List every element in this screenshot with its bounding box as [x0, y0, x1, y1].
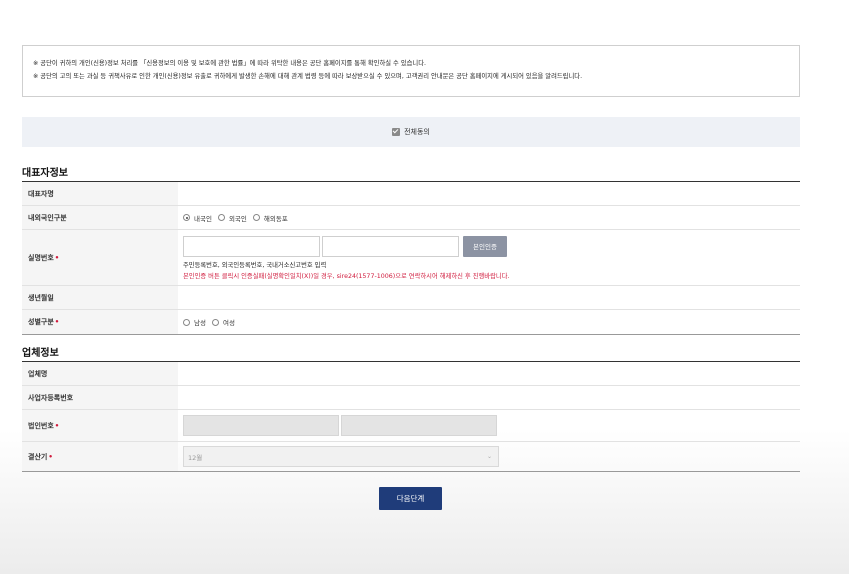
nationality-radio-group: 내국인 외국인 해외동포	[178, 206, 800, 229]
corpno-input-back[interactable]	[341, 415, 497, 436]
radio-foreigner[interactable]	[217, 214, 225, 221]
rep-name-value	[178, 182, 800, 205]
fiscal-month-value: 12월	[188, 453, 203, 462]
radio-domestic-label[interactable]: 내국인	[194, 213, 212, 223]
realname-cell: 본인인증 주민등록번호, 외국인등록번호, 국내거소신고번호 입력 본인인증 버…	[178, 230, 800, 285]
fiscal-cell: 12월 ⌄	[178, 442, 800, 471]
company-label: 업체명	[22, 362, 178, 385]
radio-female-label[interactable]: 여성	[223, 317, 235, 327]
fiscal-label: 결산기 •	[22, 442, 178, 471]
realname-help-text: 주민등록번호, 외국인등록번호, 국내거소신고번호 입력	[183, 261, 327, 269]
rep-section-title: 대표자정보	[22, 168, 68, 179]
next-step-button[interactable]: 다음단계	[379, 487, 442, 510]
bizno-row: 사업자등록번호	[22, 386, 800, 410]
company-value	[178, 362, 800, 385]
privacy-notice-box: ※ 공단이 귀하의 개인(신용)정보 처리를 「신용정보의 이용 및 보호에 관…	[22, 45, 800, 97]
biz-section-title: 업체정보	[22, 348, 59, 359]
biz-info-table: 업체명 사업자등록번호 법인번호 • 결산기 • 12월 ⌄	[22, 361, 800, 472]
radio-male[interactable]	[183, 318, 190, 326]
rep-name-row: 대표자명	[22, 182, 800, 206]
realname-input-back[interactable]	[322, 235, 459, 257]
notice-line-1: ※ 공단이 귀하의 개인(신용)정보 처리를 「신용정보의 이용 및 보호에 관…	[33, 60, 427, 67]
radio-female[interactable]	[211, 318, 219, 326]
birth-value	[178, 286, 800, 309]
agree-all-checkbox[interactable]	[392, 128, 401, 136]
chevron-down-icon: ⌄	[486, 453, 492, 460]
agree-all-label[interactable]: 전체동의	[404, 127, 430, 137]
bizno-value	[178, 386, 800, 409]
birth-row: 생년월일	[22, 286, 800, 310]
gender-row: 성별구분 • 남성 여성	[22, 310, 800, 334]
rep-name-label: 대표자명	[22, 182, 178, 205]
fiscal-month-select[interactable]: 12월 ⌄	[183, 446, 499, 467]
realname-warning-text: 본인인증 버튼 클릭시 인증실패(실명확인일치(X))일 경우, sire24(…	[183, 272, 510, 280]
realname-label: 실명번호 •	[22, 230, 178, 285]
radio-male-label[interactable]: 남성	[194, 317, 206, 327]
corpno-input-front[interactable]	[183, 415, 339, 436]
realname-row: 실명번호 • 본인인증 주민등록번호, 외국인등록번호, 국내거소신고번호 입력 …	[22, 230, 800, 286]
radio-overseas-korean-label[interactable]: 해외동포	[264, 213, 288, 223]
company-row: 업체명	[22, 362, 800, 386]
radio-foreigner-label[interactable]: 외국인	[229, 213, 247, 223]
corpno-label: 법인번호 •	[22, 410, 178, 441]
notice-line-2: ※ 공단의 고의 또는 과실 등 귀책사유로 인한 개인(신용)정보 유출로 귀…	[33, 73, 583, 80]
radio-domestic[interactable]	[183, 214, 190, 221]
nationality-label: 내외국인구분	[22, 206, 178, 229]
identity-verify-button[interactable]: 본인인증	[463, 235, 507, 257]
fiscal-row: 결산기 • 12월 ⌄	[22, 442, 800, 471]
corpno-inputs	[178, 410, 800, 441]
bizno-label: 사업자등록번호	[22, 386, 178, 409]
realname-input-front[interactable]	[183, 235, 320, 257]
gender-radio-group: 남성 여성	[178, 310, 800, 334]
gender-label: 성별구분 •	[22, 310, 178, 334]
nationality-row: 내외국인구분 내국인 외국인 해외동포	[22, 206, 800, 230]
birth-label: 생년월일	[22, 286, 178, 309]
agree-all-bar[interactable]: 전체동의	[22, 117, 800, 147]
rep-info-table: 대표자명 내외국인구분 내국인 외국인 해외동포 실명번호 • 본인인증 주민등록…	[22, 181, 800, 335]
corpno-row: 법인번호 •	[22, 410, 800, 442]
radio-overseas-korean[interactable]	[252, 214, 260, 221]
